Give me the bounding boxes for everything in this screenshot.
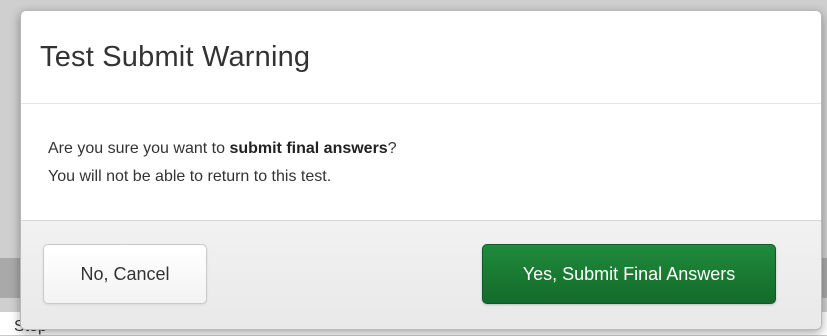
dialog-message-line-2: You will not be able to return to this t… <box>48 168 332 185</box>
message-prefix: Are you sure you want to <box>48 140 230 157</box>
submit-final-answers-button[interactable]: Yes, Submit Final Answers <box>482 244 776 304</box>
dialog-message-line-1: Are you sure you want to submit final an… <box>48 140 397 158</box>
submit-warning-dialog: Test Submit Warning Are you sure you wan… <box>20 10 822 330</box>
message-emphasis: submit final answers <box>229 140 388 157</box>
dialog-footer: No, Cancel Yes, Submit Final Answers <box>21 220 821 329</box>
message-suffix: ? <box>387 140 397 157</box>
dialog-body: Are you sure you want to submit final an… <box>21 104 821 220</box>
dialog-header: Test Submit Warning <box>21 11 821 104</box>
cancel-button[interactable]: No, Cancel <box>43 244 207 304</box>
dialog-title: Test Submit Warning <box>40 41 311 73</box>
